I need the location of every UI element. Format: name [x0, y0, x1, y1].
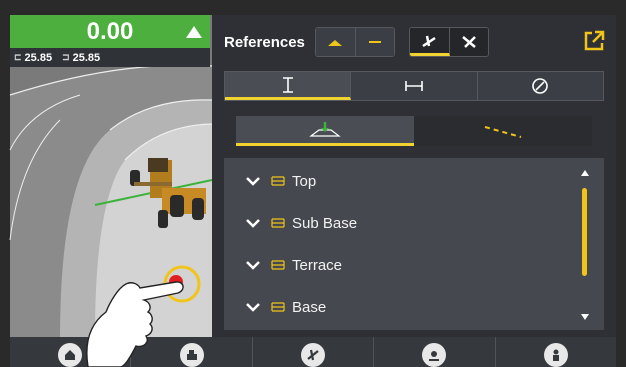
surface-icon [328, 40, 343, 46]
offset-tabs [224, 71, 604, 101]
references-button[interactable] [253, 337, 375, 367]
list-item-label: Top [292, 172, 317, 190]
reference-type-toggle [236, 116, 592, 146]
tab-horizontal-offset[interactable] [351, 72, 478, 100]
list-item-terrace[interactable]: Terrace [224, 244, 564, 286]
left-elevation-value: 25.85 [24, 51, 53, 64]
list-item-label: Terrace [292, 256, 343, 274]
chevron-down-icon [246, 261, 260, 270]
right-elevation-value: 25.85 [72, 51, 101, 64]
location-button[interactable] [374, 337, 496, 367]
blade-up-button[interactable] [410, 28, 450, 56]
external-link-icon[interactable] [582, 29, 606, 53]
panel-title: References [224, 34, 305, 51]
surface-reference-icon [309, 121, 341, 137]
vertical-offset-icon [282, 76, 293, 93]
line-reference-icon [484, 126, 522, 138]
references-icon [301, 343, 326, 367]
operator-button[interactable] [496, 337, 616, 367]
line-reference-button[interactable] [414, 116, 592, 146]
list-item-top[interactable]: Top [224, 160, 564, 202]
chevron-down-icon [246, 303, 260, 312]
cut-fill-value: 0.00 [86, 17, 134, 45]
scroll-down-icon[interactable] [581, 314, 589, 320]
scroll-thumb[interactable] [582, 188, 587, 276]
blade-cross-button[interactable] [449, 28, 488, 56]
layer-icon [271, 176, 285, 186]
chevron-down-icon [246, 219, 260, 228]
horizontal-offset-icon [405, 81, 423, 91]
chevron-down-icon [246, 177, 260, 186]
list-scrollbar[interactable] [580, 170, 590, 320]
list-item-label: Base [292, 298, 327, 316]
scroll-up-icon[interactable] [581, 170, 589, 176]
pointing-hand-icon [86, 281, 184, 367]
home-icon [58, 343, 83, 367]
left-blade-icon: ⊏ [14, 52, 22, 62]
tab-vertical-offset[interactable] [225, 72, 352, 100]
operator-icon [543, 343, 568, 367]
surface-reference-button[interactable] [236, 116, 414, 146]
list-item-base[interactable]: Base [224, 286, 564, 328]
right-blade-icon: ⊐ [62, 52, 70, 62]
line-icon [368, 41, 381, 43]
reference-source-toggle [315, 27, 395, 57]
cut-fill-indicator: 0.00 [10, 15, 210, 48]
tab-slope[interactable] [478, 72, 603, 100]
slope-icon [532, 78, 549, 94]
reference-list: Top Sub Base Terrace Base [224, 158, 604, 330]
list-item-label: Sub Base [292, 214, 358, 232]
layer-icon [271, 260, 285, 270]
left-elevation: ⊏ 25.85 [14, 52, 52, 64]
list-item-sub-base[interactable]: Sub Base [224, 202, 564, 244]
references-panel: References Top Sub Base Terrace Base [212, 15, 616, 337]
panel-header: References [212, 15, 616, 69]
location-icon [422, 343, 447, 367]
layer-icon [271, 218, 285, 228]
surface-button[interactable] [316, 28, 356, 56]
blade-mode-toggle [409, 27, 489, 57]
blade-cross-icon [461, 36, 476, 48]
elevation-bar: ⊏ 25.85 ⊐ 25.85 [10, 48, 210, 67]
fill-direction-icon [186, 26, 202, 38]
blade-up-icon [422, 35, 436, 47]
layer-icon [271, 302, 285, 312]
line-button[interactable] [355, 28, 394, 56]
right-elevation: ⊐ 25.85 [62, 52, 100, 64]
